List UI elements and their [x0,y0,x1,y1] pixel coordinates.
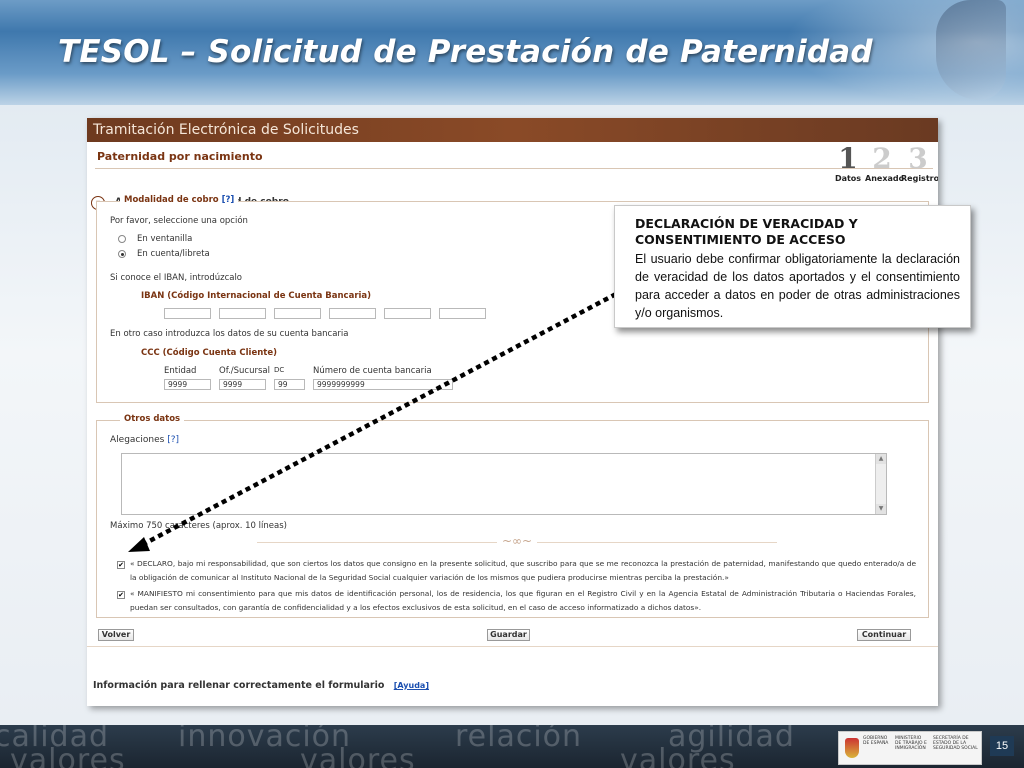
ccc-numero-label: Número de cuenta bancaria [313,366,432,376]
ccc-label: CCC (Código Cuenta Cliente) [141,348,277,358]
ccc-dc-label: DC [274,366,285,374]
footer-word: relación [455,725,583,754]
scroll-up-icon[interactable]: ▲ [876,454,886,464]
header-statue-image [936,0,1006,100]
slide-title: TESOL – Solicitud de Prestación de Pater… [58,34,873,70]
other-data-legend: Otros datos [120,414,185,424]
step-datos[interactable]: 1 Datos [831,142,865,184]
manifiesto-text: « MANIFIESTO mi consentimiento para que … [130,589,916,612]
coat-of-arms-icon [845,738,859,758]
iban-input-2[interactable] [219,308,266,319]
footer-word: valores [620,743,736,768]
slide-header: TESOL – Solicitud de Prestación de Pater… [0,0,1024,105]
manifiesto-checkbox[interactable]: ✔ [117,591,125,599]
iban-label: IBAN (Código Internacional de Cuenta Ban… [141,291,372,301]
form-info-text: Información para rellenar correctamente … [93,680,385,691]
step-number: 1 [838,142,858,175]
iban-input-4[interactable] [329,308,376,319]
ccc-dc-input[interactable]: 99 [274,379,305,390]
step-indicator: 1 Datos 2 Anexado 3 Registro [831,142,938,192]
radio-ventanilla[interactable] [118,235,126,243]
step-label: Registro [901,174,938,183]
max-chars-note: Máximo 750 caracteres (aprox. 10 líneas) [110,521,287,531]
ornament-line-right [537,542,777,543]
ornament-icon: ~∞~ [502,534,533,548]
textarea-scrollbar[interactable]: ▲ ▼ [875,454,886,514]
step-label: Datos [834,174,862,183]
section-title: Paternidad por nacimiento [97,150,263,163]
step-label: Anexado [865,174,905,183]
payment-legend: Modalidad de cobro [?] [120,195,239,205]
radio-cuenta-libreta[interactable] [118,250,126,258]
iban-input-6[interactable] [439,308,486,319]
logo-ministerio: MINISTERIO DE TRABAJO E INMIGRACIÓN [895,736,927,751]
iban-input-3[interactable] [274,308,321,319]
callout-body: El usuario debe confirmar obligatoriamen… [635,252,960,320]
payment-prompt: Por favor, seleccione una opción [110,216,248,226]
help-link[interactable]: [Ayuda] [394,681,429,690]
step-anexado[interactable]: 2 Anexado [865,142,905,184]
step-number: 3 [908,142,928,175]
payment-legend-text: Modalidad de cobro [124,195,219,205]
page-number: 15 [990,736,1014,756]
callout-title: DECLARACIÓN DE VERACIDAD Y CONSENTIMIENT… [635,216,858,247]
help-link[interactable]: [?] [167,435,179,445]
alegaciones-label-text: Alegaciones [110,435,165,445]
radio-cuenta-label: En cuenta/libreta [137,249,210,259]
scroll-down-icon[interactable]: ▼ [876,504,886,514]
other-data-fieldset: Otros datos Alegaciones [?] ▲ ▼ Máximo 7… [96,414,929,618]
government-logos: GOBIERNO DE ESPAÑA MINISTERIO DE TRABAJO… [838,731,982,765]
save-button[interactable]: Guardar [487,629,530,641]
step-number: 2 [872,142,892,175]
declaro-text: « DECLARO, bajo mi responsabilidad, que … [130,559,916,582]
iban-input-5[interactable] [384,308,431,319]
logo-secretaria: SECRETARÍA DE ESTADO DE LA SEGURIDAD SOC… [933,736,978,751]
alegaciones-label: Alegaciones [?] [110,435,179,445]
form-header: Paternidad por nacimiento 1 Datos 2 Anex… [87,142,938,210]
iban-input-1[interactable] [164,308,211,319]
step-registro[interactable]: 3 Registro [901,142,938,184]
ccc-numero-input[interactable]: 9999999999 [313,379,453,390]
app-banner-title: Tramitación Electrónica de Solicitudes [93,122,359,138]
ccc-sucursal-input[interactable]: 9999 [219,379,266,390]
continue-button[interactable]: Continuar [857,629,911,641]
section-divider [95,168,933,169]
logo-gobierno: GOBIERNO DE ESPAÑA [863,736,889,746]
declaro-checkbox[interactable]: ✔ [117,561,125,569]
footer-word: valores [300,743,416,768]
ornament-line-left [257,542,497,543]
back-button[interactable]: Volver [98,629,134,641]
footer-word: valores [10,743,126,768]
app-banner: Tramitación Electrónica de Solicitudes [87,118,938,142]
ccc-entidad-label: Entidad [164,366,197,376]
iban-prompt: Si conoce el IBAN, introdúzcalo [110,273,243,283]
alegaciones-textarea[interactable]: ▲ ▼ [121,453,887,515]
other-account-prompt: En otro caso introduzca los datos de su … [110,329,349,339]
ccc-sucursal-label: Of./Sucursal [219,366,270,376]
footer-divider [87,646,938,647]
form-info: Información para rellenar correctamente … [93,680,429,691]
ccc-entidad-input[interactable]: 9999 [164,379,211,390]
radio-ventanilla-label: En ventanilla [137,234,193,244]
callout-box: DECLARACIÓN DE VERACIDAD Y CONSENTIMIENT… [614,205,971,328]
help-link[interactable]: [?] [222,195,235,205]
